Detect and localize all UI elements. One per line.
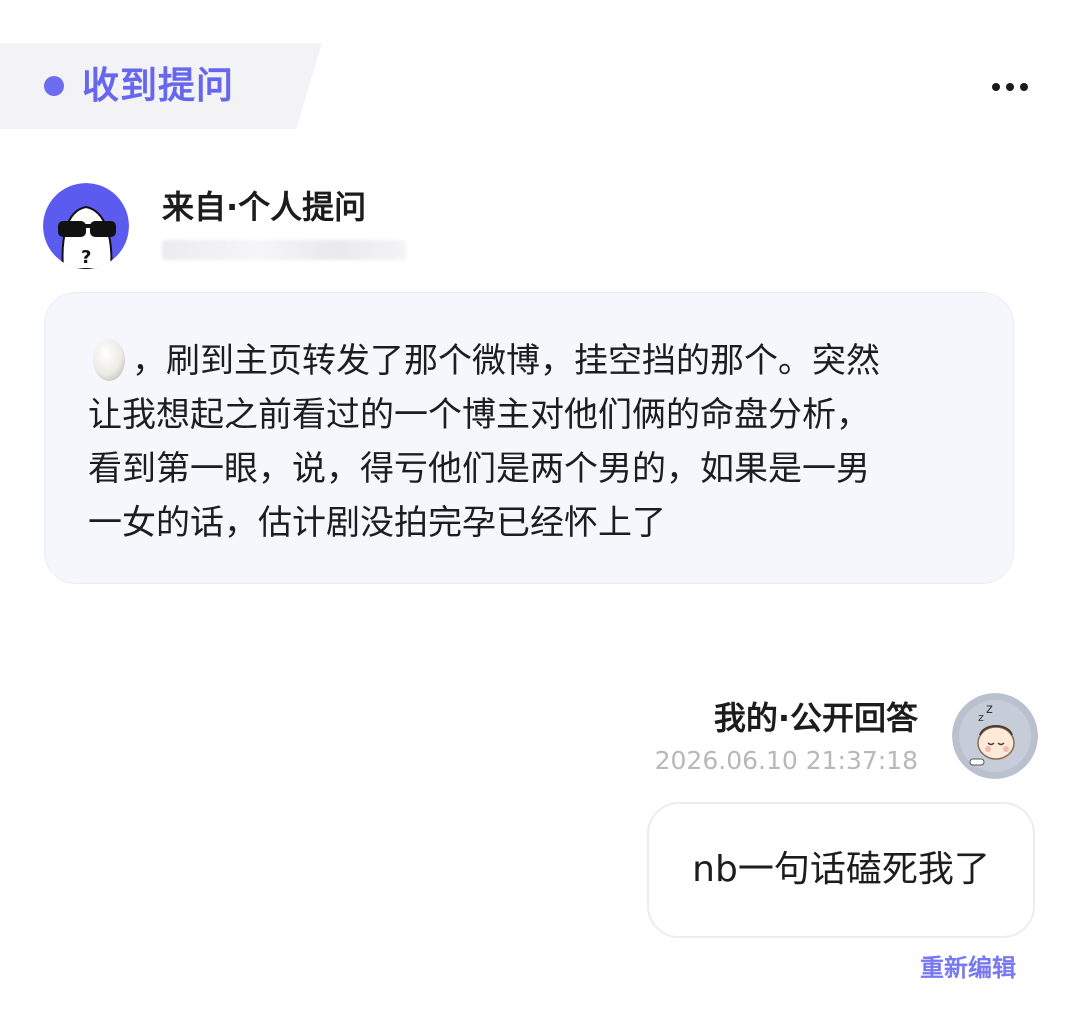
svg-text:z: z bbox=[978, 711, 984, 724]
more-options-button[interactable] bbox=[986, 70, 1034, 102]
answer-text: nb一句话磕死我了 bbox=[692, 849, 990, 890]
sunglasses-ghost-avatar-icon: ? bbox=[43, 183, 129, 269]
question-text: ，刷到主页转发了那个微博，挂空挡的那个。突然 让我想起之前看过的一个博主对他们俩… bbox=[88, 334, 988, 550]
svg-text:?: ? bbox=[81, 247, 91, 268]
answer-type-label: 我的·公开回答 bbox=[713, 699, 918, 737]
more-horizontal-icon bbox=[1020, 83, 1028, 91]
more-horizontal-icon bbox=[992, 83, 1000, 91]
asker-avatar[interactable]: ? bbox=[43, 183, 129, 269]
header-dot-icon bbox=[44, 76, 64, 96]
svg-text:z: z bbox=[986, 702, 993, 717]
page-title: 收到提问 bbox=[82, 64, 234, 107]
sleeping-character-avatar-icon: z z bbox=[952, 693, 1038, 779]
answerer-avatar[interactable]: z z bbox=[952, 693, 1038, 779]
question-source-label: 来自·个人提问 bbox=[162, 188, 367, 226]
more-horizontal-icon bbox=[1006, 83, 1014, 91]
question-body: ，刷到主页转发了那个微博，挂空挡的那个。突然 让我想起之前看过的一个博主对他们俩… bbox=[88, 341, 880, 543]
answer-timestamp: 2026.06.10 21:37:18 bbox=[654, 746, 918, 775]
reedit-button[interactable]: 重新编辑 bbox=[920, 952, 1016, 984]
blurred-asker-info bbox=[162, 240, 406, 260]
